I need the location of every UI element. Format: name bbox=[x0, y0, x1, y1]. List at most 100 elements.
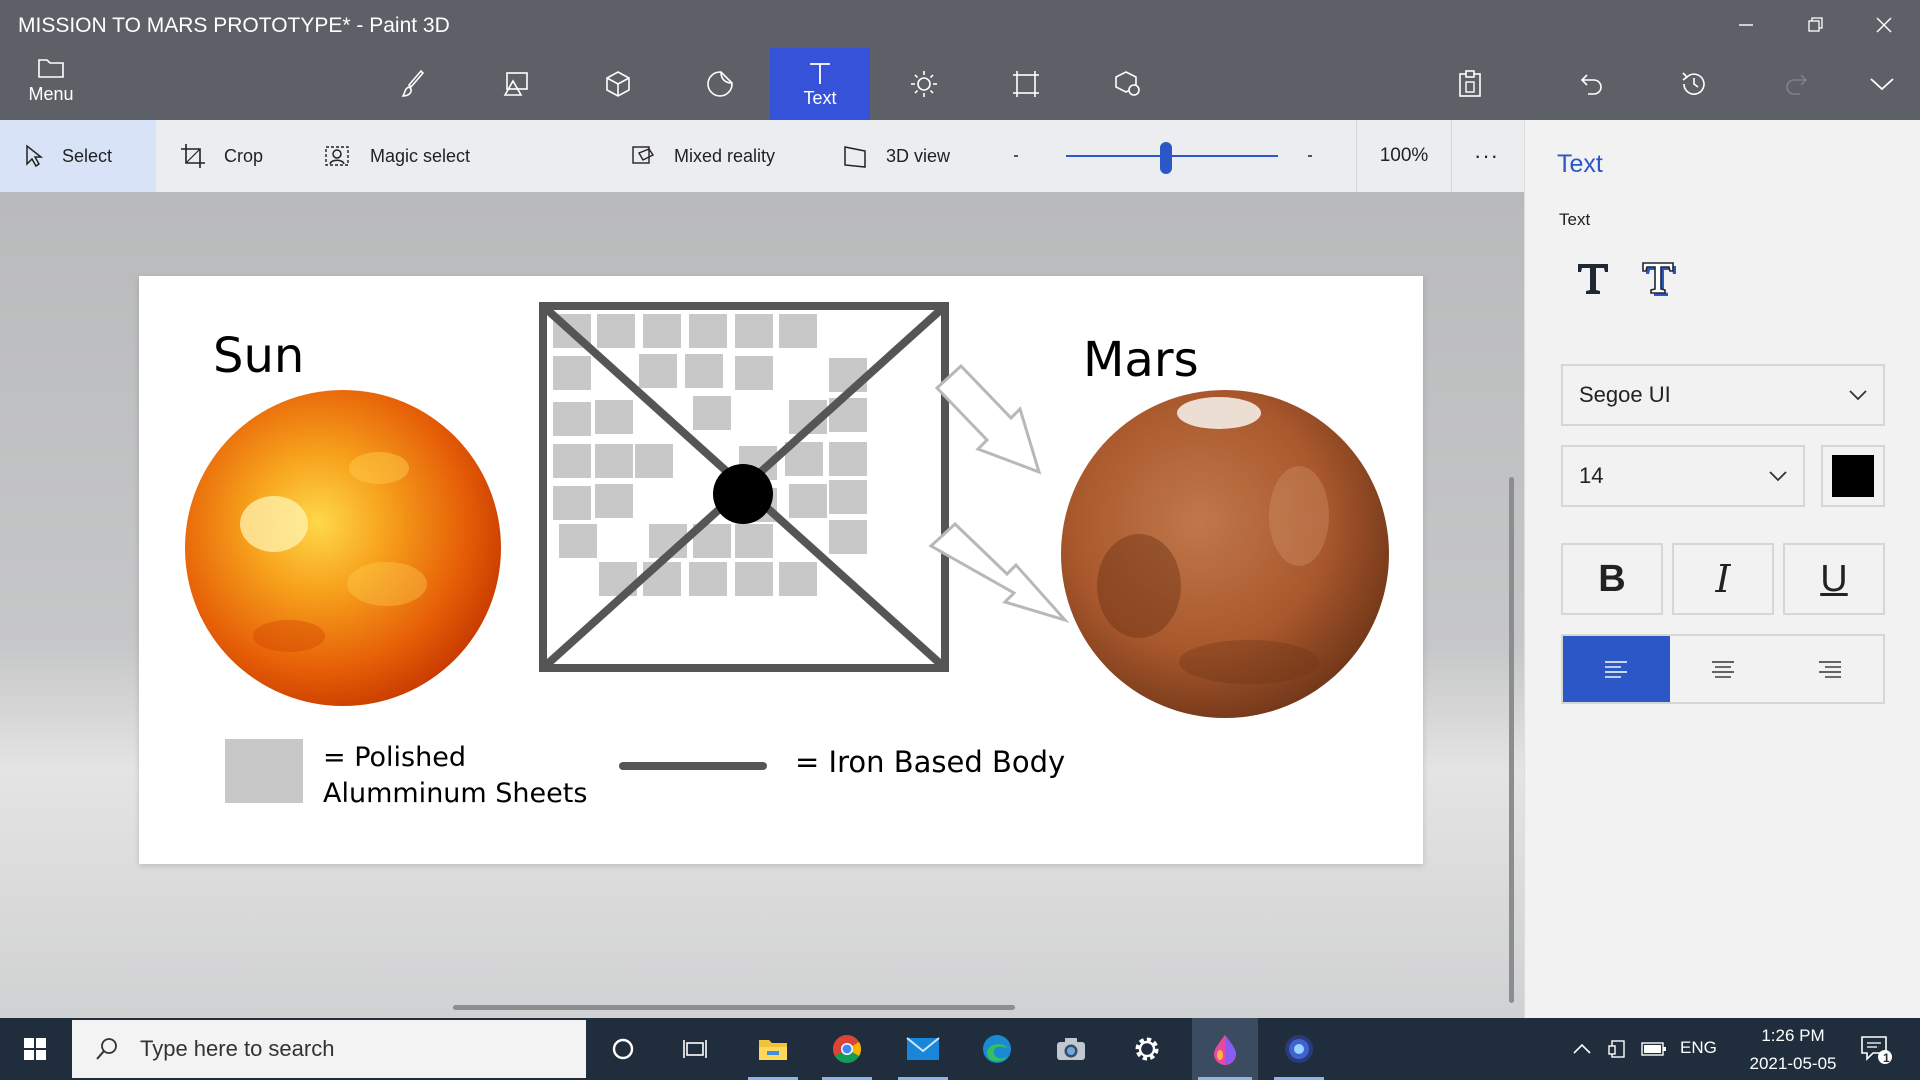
clock-time[interactable]: 1:26 PM bbox=[1752, 1026, 1834, 1046]
notifications-button[interactable]: 1 bbox=[1852, 1018, 1900, 1080]
magic-select-button[interactable]: Magic select bbox=[324, 120, 470, 192]
aluminum-sheet bbox=[735, 356, 773, 390]
undo-button[interactable] bbox=[1562, 48, 1622, 120]
edge-button[interactable] bbox=[966, 1018, 1028, 1080]
plus-icon bbox=[1308, 155, 1312, 157]
tray-chevron-button[interactable] bbox=[1564, 1018, 1600, 1080]
folder-icon bbox=[38, 59, 64, 78]
menu-button[interactable]: Menu bbox=[16, 56, 86, 114]
canvas-workspace[interactable]: Sun Mars = Polished Alumminum Sheets = I… bbox=[0, 192, 1524, 1018]
prototype-diagram bbox=[539, 302, 949, 672]
magic-select-icon bbox=[325, 146, 349, 166]
legend-aluminum-swatch bbox=[225, 739, 303, 803]
select-button[interactable]: Select bbox=[0, 120, 156, 192]
2d-shapes-tool[interactable] bbox=[466, 48, 566, 120]
3d-library-tool[interactable] bbox=[1078, 48, 1178, 120]
zoom-slider[interactable] bbox=[1066, 155, 1278, 157]
underline-button[interactable]: U bbox=[1783, 543, 1885, 615]
battery-button[interactable] bbox=[1636, 1018, 1672, 1080]
3d-text-button[interactable] bbox=[1631, 250, 1687, 306]
language-indicator[interactable]: ENG bbox=[1680, 1038, 1717, 1058]
align-center-icon bbox=[1712, 661, 1734, 678]
aluminum-sheet bbox=[597, 314, 635, 348]
font-size-dropdown[interactable]: 14 bbox=[1561, 445, 1805, 507]
magic-select-label: Magic select bbox=[370, 145, 471, 166]
align-center-button[interactable] bbox=[1670, 636, 1777, 702]
aluminum-sheet bbox=[553, 402, 591, 436]
zoom-percentage[interactable]: 100% bbox=[1356, 120, 1452, 192]
canvas-icon bbox=[1013, 71, 1039, 97]
start-button[interactable] bbox=[0, 1018, 70, 1080]
mail-button[interactable] bbox=[892, 1018, 954, 1080]
font-family-dropdown[interactable]: Segoe UI bbox=[1561, 364, 1885, 426]
align-left-button[interactable] bbox=[1563, 636, 1670, 702]
aluminum-sheet bbox=[643, 562, 681, 596]
file-explorer-button[interactable] bbox=[742, 1018, 804, 1080]
settings-button[interactable] bbox=[1116, 1018, 1178, 1080]
2d-text-button[interactable] bbox=[1565, 250, 1621, 306]
app-icon bbox=[1285, 1035, 1313, 1063]
effects-tool[interactable] bbox=[874, 48, 974, 120]
align-right-icon bbox=[1818, 661, 1841, 678]
tray-device-button[interactable] bbox=[1600, 1018, 1636, 1080]
chevron-down-icon bbox=[1769, 471, 1787, 482]
align-right-button[interactable] bbox=[1776, 636, 1883, 702]
drawing-canvas[interactable]: Sun Mars = Polished Alumminum Sheets = I… bbox=[139, 276, 1423, 864]
bold-button[interactable]: B bbox=[1561, 543, 1663, 615]
crop-label: Crop bbox=[224, 145, 264, 166]
taskbar: Type here to search ENG 1:26 PM 2021-05-… bbox=[0, 1018, 1920, 1080]
paint3d-button[interactable] bbox=[1192, 1018, 1258, 1080]
mars-label: Mars bbox=[1083, 332, 1199, 388]
camera-button[interactable] bbox=[1040, 1018, 1102, 1080]
aluminum-sheet bbox=[829, 480, 867, 514]
3d-view-button[interactable]: 3D view bbox=[842, 120, 950, 192]
file-explorer-icon bbox=[759, 1040, 787, 1060]
text-color-picker[interactable] bbox=[1821, 445, 1885, 507]
crop-button[interactable]: Crop bbox=[180, 120, 263, 192]
minimize-button[interactable] bbox=[1718, 8, 1774, 42]
zoom-out-button[interactable] bbox=[1012, 120, 1036, 192]
sticker-icon bbox=[707, 71, 733, 97]
history-button[interactable] bbox=[1664, 48, 1724, 120]
restore-button[interactable] bbox=[1788, 8, 1844, 42]
mixed-reality-button[interactable]: Mixed reality bbox=[630, 120, 775, 192]
aluminum-sheet bbox=[553, 444, 591, 478]
text-tool-label: Text bbox=[803, 87, 837, 108]
zoom-slider-thumb[interactable] bbox=[1159, 142, 1172, 174]
legend-aluminum-label-line2: Alumminum Sheets bbox=[323, 778, 588, 809]
aluminum-sheet bbox=[829, 520, 867, 554]
horizontal-scrollbar[interactable] bbox=[453, 1005, 1015, 1010]
zoom-in-button[interactable] bbox=[1306, 120, 1330, 192]
close-icon bbox=[1876, 17, 1892, 33]
more-options-button[interactable]: ··· bbox=[1474, 120, 1499, 192]
brushes-tool[interactable] bbox=[364, 48, 464, 120]
expand-button[interactable] bbox=[1852, 48, 1912, 120]
close-button[interactable] bbox=[1856, 8, 1912, 42]
redo-button[interactable] bbox=[1766, 48, 1826, 120]
settings-icon bbox=[1135, 1037, 1159, 1061]
tool-options-bar: Select Crop Magic select Mixed reality 3… bbox=[0, 120, 1524, 192]
aluminum-sheet bbox=[595, 400, 633, 434]
sun-sphere bbox=[185, 390, 501, 706]
aluminum-sheet bbox=[789, 484, 827, 518]
canvas-tool[interactable] bbox=[976, 48, 1076, 120]
text-tool[interactable]: Text bbox=[770, 48, 870, 120]
paste-button[interactable] bbox=[1440, 48, 1500, 120]
chrome-button[interactable] bbox=[816, 1018, 878, 1080]
mixed-reality-icon bbox=[632, 146, 655, 164]
clock-date[interactable]: 2021-05-05 bbox=[1734, 1054, 1852, 1074]
app-button[interactable] bbox=[1268, 1018, 1330, 1080]
align-left-icon bbox=[1605, 661, 1628, 678]
device-icon bbox=[1608, 1040, 1625, 1058]
legend-aluminum-label: = Polished bbox=[323, 742, 466, 773]
italic-button[interactable]: I bbox=[1672, 543, 1774, 615]
taskbar-search[interactable]: Type here to search bbox=[72, 1020, 586, 1078]
3d-shapes-tool[interactable] bbox=[568, 48, 668, 120]
aluminum-sheet bbox=[779, 314, 817, 348]
cortana-button[interactable] bbox=[592, 1018, 654, 1080]
task-view-button[interactable] bbox=[664, 1018, 726, 1080]
stickers-tool[interactable] bbox=[670, 48, 770, 120]
history-icon bbox=[1682, 72, 1705, 95]
vertical-scrollbar[interactable] bbox=[1509, 477, 1514, 1003]
camera-icon bbox=[1057, 1038, 1085, 1060]
